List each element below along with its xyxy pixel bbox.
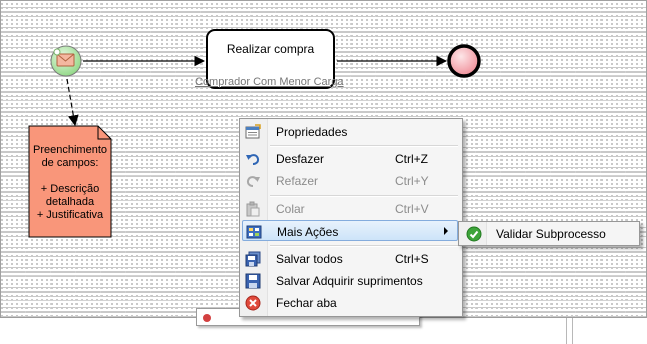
context-menu: Propriedades Desfazer Ctrl+Z Refazer Ctr… <box>239 118 463 317</box>
menu-separator <box>270 145 458 147</box>
menu-item-colar[interactable]: Colar Ctrl+V <box>242 198 458 219</box>
menu-item-label: Colar <box>276 202 305 216</box>
menu-item-label: Desfazer <box>276 152 325 166</box>
menu-item-refazer[interactable]: Refazer Ctrl+Y <box>242 170 458 191</box>
save-all-icon <box>245 251 261 267</box>
menu-separator <box>270 195 458 197</box>
redo-icon <box>246 176 260 187</box>
paste-icon <box>246 201 260 217</box>
task-title: Realizar compra <box>226 42 315 56</box>
start-event[interactable] <box>50 45 82 77</box>
menu-item-shortcut: Ctrl+Z <box>395 152 428 166</box>
menu-item-label: Salvar todos <box>276 252 343 266</box>
menu-item-label: Salvar Adquirir suprimentos <box>276 274 423 288</box>
properties-icon <box>245 124 261 139</box>
submenu-mais-acoes: Validar Subprocesso <box>458 221 640 246</box>
save-icon <box>245 273 261 289</box>
menu-item-salvar-todos[interactable]: Salvar todos Ctrl+S <box>242 248 458 269</box>
submenu-item-validar-subprocesso[interactable]: Validar Subprocesso <box>459 222 639 245</box>
menu-item-shortcut: Ctrl+Y <box>395 174 429 188</box>
menu-item-label: Mais Ações <box>277 225 339 239</box>
error-dot-icon <box>203 314 211 322</box>
menu-separator <box>270 245 458 247</box>
menu-item-label: Fechar aba <box>276 296 337 310</box>
close-tab-icon <box>245 295 261 311</box>
task-performer-link[interactable]: Comprador Com Menor Carga <box>195 76 344 88</box>
more-actions-icon <box>246 225 262 239</box>
strip-divider <box>566 318 567 344</box>
submenu-item-label: Validar Subprocesso <box>496 227 606 241</box>
menu-item-salvar-adquirir-suprimentos[interactable]: Salvar Adquirir suprimentos <box>242 270 458 291</box>
validate-check-icon <box>466 226 482 242</box>
annotation-text: Preenchimento de campos: + Descrição det… <box>33 144 107 221</box>
menu-item-label: Refazer <box>276 174 319 188</box>
menu-item-shortcut: Ctrl+V <box>395 202 429 216</box>
strip-divider <box>572 318 573 344</box>
menu-item-mais-acoes[interactable]: Mais Ações <box>242 220 458 241</box>
menu-item-propriedades[interactable]: Propriedades <box>242 121 458 142</box>
undo-icon <box>246 154 260 165</box>
end-event[interactable] <box>447 44 481 78</box>
menu-item-desfazer[interactable]: Desfazer Ctrl+Z <box>242 148 458 169</box>
menu-item-fechar-aba[interactable]: Fechar aba <box>242 292 458 313</box>
menu-item-label: Propriedades <box>276 125 348 139</box>
association-line[interactable] <box>66 78 79 127</box>
submenu-arrow-icon <box>444 227 448 235</box>
menu-item-shortcut: Ctrl+S <box>395 252 429 266</box>
